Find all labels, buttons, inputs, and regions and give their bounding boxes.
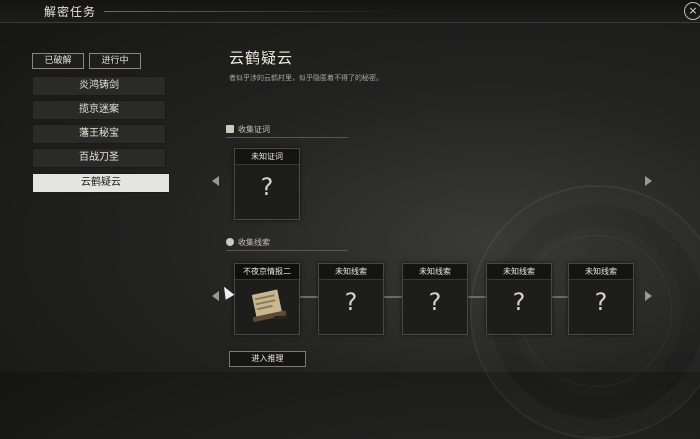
question-mark-icon: ? — [512, 288, 526, 316]
page-title: 解密任务 — [44, 5, 97, 19]
testimony-section-text: 收集证词 — [238, 125, 270, 134]
quest-item-2[interactable]: 揽京迷案 — [32, 100, 166, 120]
question-mark-icon: ? — [260, 173, 274, 201]
question-mark-icon: ? — [344, 288, 358, 316]
testimony-section-label: 收集证词 — [226, 124, 270, 135]
clue-card-found[interactable]: 不夜京情报二 — [234, 263, 300, 335]
filter-in-progress-button[interactable]: 进行中 — [89, 53, 141, 69]
top-bar: 解密任务 × — [0, 0, 700, 23]
quest-item-1[interactable]: 炎鸿铸剑 — [32, 76, 166, 96]
clue-next-arrow-icon[interactable] — [645, 291, 652, 301]
section-divider — [226, 137, 348, 138]
close-icon[interactable]: × — [684, 2, 700, 20]
section-divider — [226, 250, 348, 251]
testimony-prev-arrow-icon[interactable] — [212, 176, 219, 186]
clue-card-unknown[interactable]: 未知线索 ? — [318, 263, 384, 335]
testimony-card-title: 未知证词 — [235, 149, 299, 165]
filter-solved-button[interactable]: 已破解 — [32, 53, 84, 69]
scroll-icon — [226, 125, 234, 133]
clue-section-text: 收集线索 — [238, 238, 270, 247]
testimony-card[interactable]: 未知证词 ? — [234, 148, 300, 220]
clue-card-title: 不夜京情报二 — [235, 264, 299, 280]
clue-card-unknown[interactable]: 未知线索 ? — [402, 263, 468, 335]
quest-title: 云鹤疑云 — [229, 49, 294, 67]
magnifier-icon — [226, 238, 234, 246]
quest-description: 者似乎涉的云鹤村里，似乎隐匿着不得了的秘密。 — [229, 74, 383, 82]
clue-connector — [299, 296, 318, 298]
clue-card-unknown[interactable]: 未知线索 ? — [568, 263, 634, 335]
quest-item-5-active[interactable]: 云鹤疑云 — [32, 173, 170, 193]
scroll-document-icon — [251, 289, 288, 322]
question-mark-icon: ? — [594, 288, 608, 316]
clue-card-unknown[interactable]: 未知线索 ? — [486, 263, 552, 335]
clue-card-title: 未知线索 — [403, 264, 467, 280]
clue-connector — [383, 296, 402, 298]
clue-card-title: 未知线索 — [569, 264, 633, 280]
clue-connector — [551, 296, 568, 298]
clue-prev-arrow-icon[interactable] — [212, 291, 219, 301]
clue-connector — [467, 296, 486, 298]
clue-card-title: 未知线索 — [487, 264, 551, 280]
quest-item-3[interactable]: 藩王秘宝 — [32, 124, 166, 144]
mouse-cursor-icon — [219, 284, 235, 300]
quest-item-4[interactable]: 百战刀圣 — [32, 148, 166, 168]
question-mark-icon: ? — [428, 288, 442, 316]
testimony-next-arrow-icon[interactable] — [645, 176, 652, 186]
title-underline — [104, 11, 404, 12]
clue-card-title: 未知线索 — [319, 264, 383, 280]
clue-section-label: 收集线索 — [226, 237, 270, 248]
enter-deduction-button[interactable]: 进入推理 — [229, 351, 306, 367]
